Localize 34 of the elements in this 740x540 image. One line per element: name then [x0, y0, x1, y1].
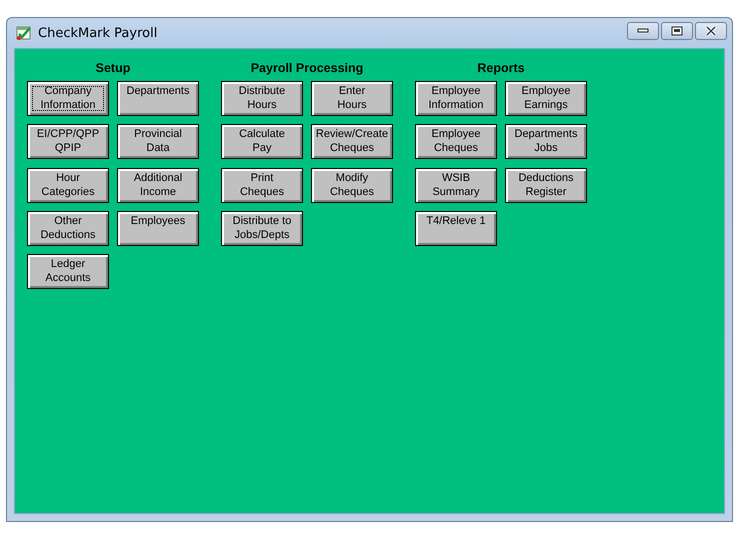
- menu-button[interactable]: Enter Hours: [311, 81, 393, 116]
- menu-button[interactable]: Ledger Accounts: [27, 254, 109, 290]
- menu-button[interactable]: Departments: [117, 81, 199, 116]
- maximize-icon: [671, 26, 683, 36]
- checkmark-logo-icon: [16, 25, 32, 41]
- menu-button[interactable]: WSIB Summary: [415, 168, 497, 203]
- menu-button[interactable]: Employee Information: [415, 81, 497, 116]
- close-icon: [705, 26, 717, 36]
- menu-button[interactable]: Employee Earnings: [505, 81, 587, 116]
- menu-button[interactable]: Employees: [117, 210, 199, 246]
- window-title: CheckMark Payroll: [38, 26, 158, 40]
- menu-button[interactable]: Other Deductions: [27, 210, 109, 246]
- menu-button[interactable]: Distribute to Jobs/Depts: [221, 210, 303, 246]
- maximize-button[interactable]: [661, 22, 693, 40]
- menu-button[interactable]: Hour Categories: [27, 168, 109, 203]
- menu-button[interactable]: Print Cheques: [221, 168, 303, 203]
- section-heading: Payroll Processing: [250, 61, 364, 76]
- menu-button[interactable]: Distribute Hours: [221, 81, 303, 116]
- menu-button[interactable]: Review/Create Cheques: [311, 124, 393, 160]
- close-button[interactable]: [695, 22, 727, 40]
- section-heading: Setup: [96, 61, 130, 76]
- menu-button[interactable]: T4/Releve 1: [415, 210, 497, 246]
- menu-button[interactable]: Additional Income: [117, 168, 199, 203]
- menu-button[interactable]: Provincial Data: [117, 124, 199, 160]
- menu-button[interactable]: Calculate Pay: [221, 124, 303, 160]
- minimize-icon: [637, 28, 649, 34]
- menu-button[interactable]: Deductions Register: [505, 168, 587, 203]
- menu-button[interactable]: Employee Cheques: [415, 124, 497, 160]
- section-heading: Reports: [477, 61, 525, 76]
- menu-button[interactable]: Modify Cheques: [311, 168, 393, 203]
- menu-button[interactable]: Company Information: [27, 81, 109, 116]
- menu-button[interactable]: EI/CPP/QPP QPIP: [27, 124, 109, 160]
- menu-button[interactable]: Departments Jobs: [505, 124, 587, 160]
- minimize-button[interactable]: [627, 22, 659, 40]
